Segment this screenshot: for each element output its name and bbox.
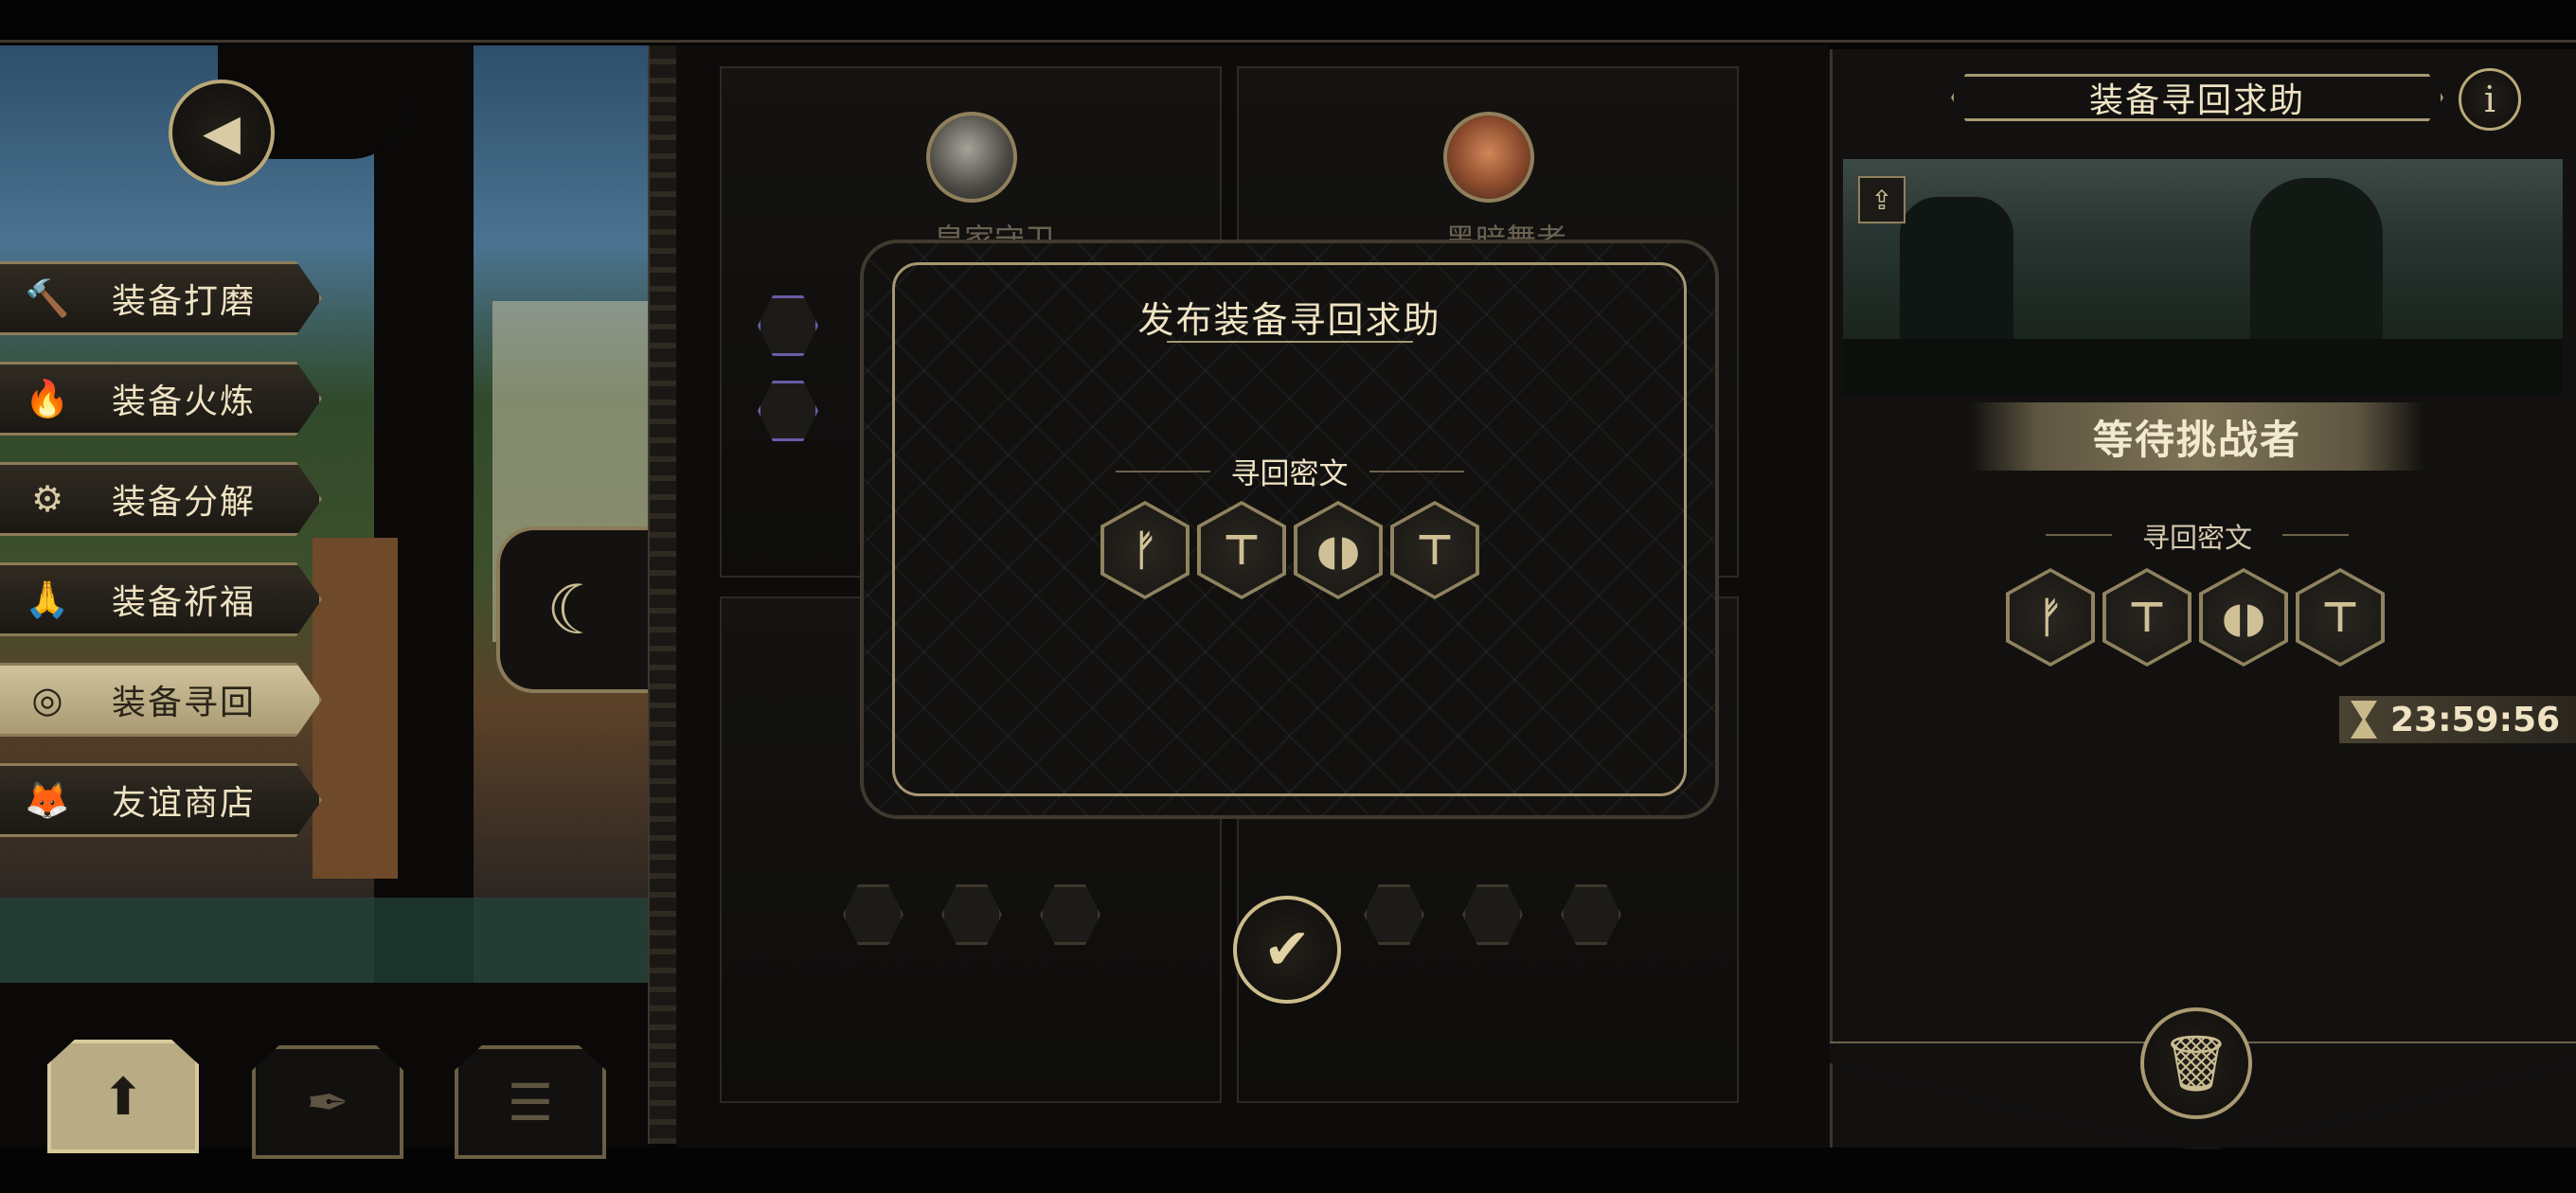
delete-button[interactable]: 🗑 bbox=[2140, 1007, 2252, 1119]
info-icon: i bbox=[2483, 79, 2496, 120]
rune-glyph: ᚠ bbox=[1104, 505, 1186, 596]
game-screen: ◀ 🔨 装备打磨 🔥 装备火炼 ⚙ 装备分解 🙏 装备祈福 ◎ 装备寻回 🦊 友… bbox=[0, 0, 2576, 1193]
rune-glyph: ⊤ bbox=[2106, 572, 2188, 663]
dialog-title: 发布装备寻回求助 bbox=[1137, 299, 1441, 341]
panel-title: 装备寻回求助 bbox=[2088, 81, 2305, 120]
list-icon: ☰ bbox=[507, 1072, 554, 1132]
ornate-divider bbox=[648, 45, 680, 1144]
rune-glyph: ⊤ bbox=[2299, 572, 2381, 663]
info-button[interactable]: i bbox=[2459, 68, 2521, 131]
hammer-icon: 🔨 bbox=[25, 276, 70, 319]
top-bar bbox=[0, 0, 2576, 42]
feather-icon: ✒ bbox=[306, 1072, 349, 1132]
rune-glyph: ᚠ bbox=[2010, 572, 2091, 663]
menu-item-friendship-shop[interactable]: 🦊 友谊商店 bbox=[0, 763, 322, 837]
rune-glyph: ◖◗ bbox=[1297, 505, 1379, 596]
top-border bbox=[0, 40, 2576, 43]
menu-item-polish[interactable]: 🔨 装备打磨 bbox=[0, 261, 322, 335]
menu-item-refine[interactable]: 🔥 装备火炼 bbox=[0, 362, 322, 436]
menu-item-label: 友谊商店 bbox=[112, 784, 257, 823]
back-arrow-icon: ◀ bbox=[203, 104, 241, 161]
rune-glyph: ◖◗ bbox=[2203, 572, 2284, 663]
menu-item-bless[interactable]: 🙏 装备祈福 bbox=[0, 562, 322, 636]
avatar bbox=[1443, 112, 1534, 203]
menu-item-label: 装备寻回 bbox=[112, 684, 257, 722]
tab-feather[interactable]: ✒ bbox=[252, 1045, 403, 1159]
upload-icon: ⬆ bbox=[101, 1066, 145, 1127]
moon-button[interactable]: ☾ bbox=[496, 526, 653, 693]
forest-floor bbox=[1843, 339, 2563, 396]
tab-upload[interactable]: ⬆ bbox=[47, 1040, 199, 1153]
menu-item-retrieve[interactable]: ◎ 装备寻回 bbox=[0, 663, 322, 737]
target-icon: ◎ bbox=[31, 679, 63, 721]
back-button[interactable]: ◀ bbox=[169, 80, 275, 186]
status-banner: 等待挑战者 bbox=[1970, 402, 2424, 471]
rune-glyph: ⊤ bbox=[1394, 505, 1476, 596]
avatar bbox=[926, 112, 1017, 203]
pray-icon: 🙏 bbox=[25, 578, 70, 620]
status-text: 等待挑战者 bbox=[2092, 416, 2301, 463]
panel-title-bar: 装备寻回求助 bbox=[1951, 74, 2443, 121]
share-button[interactable]: ⇪ bbox=[1858, 176, 1905, 223]
location-preview bbox=[1843, 159, 2563, 396]
checkmark-icon: ✔ bbox=[1262, 917, 1312, 983]
moon-icon: ☾ bbox=[546, 570, 608, 650]
confirm-button[interactable]: ✔ bbox=[1233, 896, 1341, 1004]
menu-item-label: 装备分解 bbox=[112, 483, 257, 522]
share-icon: ⇪ bbox=[1870, 184, 1893, 216]
trash-icon: 🗑 bbox=[2161, 1030, 2231, 1095]
water-strip bbox=[0, 898, 653, 992]
hourglass-icon bbox=[2351, 701, 2377, 739]
disassemble-icon: ⚙ bbox=[30, 478, 64, 520]
timer-text: 23:59:56 bbox=[2390, 700, 2561, 739]
rune-glyph: ⊤ bbox=[1201, 505, 1282, 596]
fox-icon: 🦊 bbox=[25, 778, 70, 821]
cipher-label: 寻回密文 bbox=[1230, 457, 1349, 491]
countdown-timer: 23:59:56 bbox=[2339, 696, 2576, 743]
publish-retrieval-dialog: 发布装备寻回求助 寻回密文 ᚠ ⊤ ◖◗ ⊤ bbox=[860, 240, 1719, 819]
section-divider-right bbox=[2282, 534, 2349, 536]
menu-item-label: 装备祈福 bbox=[112, 583, 257, 622]
section-divider-left bbox=[2046, 534, 2112, 536]
cipher-label: 寻回密文 bbox=[2141, 522, 2252, 554]
title-underline bbox=[1167, 341, 1413, 343]
tab-list[interactable]: ☰ bbox=[455, 1045, 606, 1159]
menu-item-label: 装备火炼 bbox=[112, 383, 257, 421]
menu-item-disassemble[interactable]: ⚙ 装备分解 bbox=[0, 462, 322, 536]
flame-icon: 🔥 bbox=[25, 377, 70, 419]
barrel bbox=[313, 538, 398, 879]
section-divider-right bbox=[1369, 471, 1464, 472]
menu-item-label: 装备打磨 bbox=[112, 282, 257, 321]
